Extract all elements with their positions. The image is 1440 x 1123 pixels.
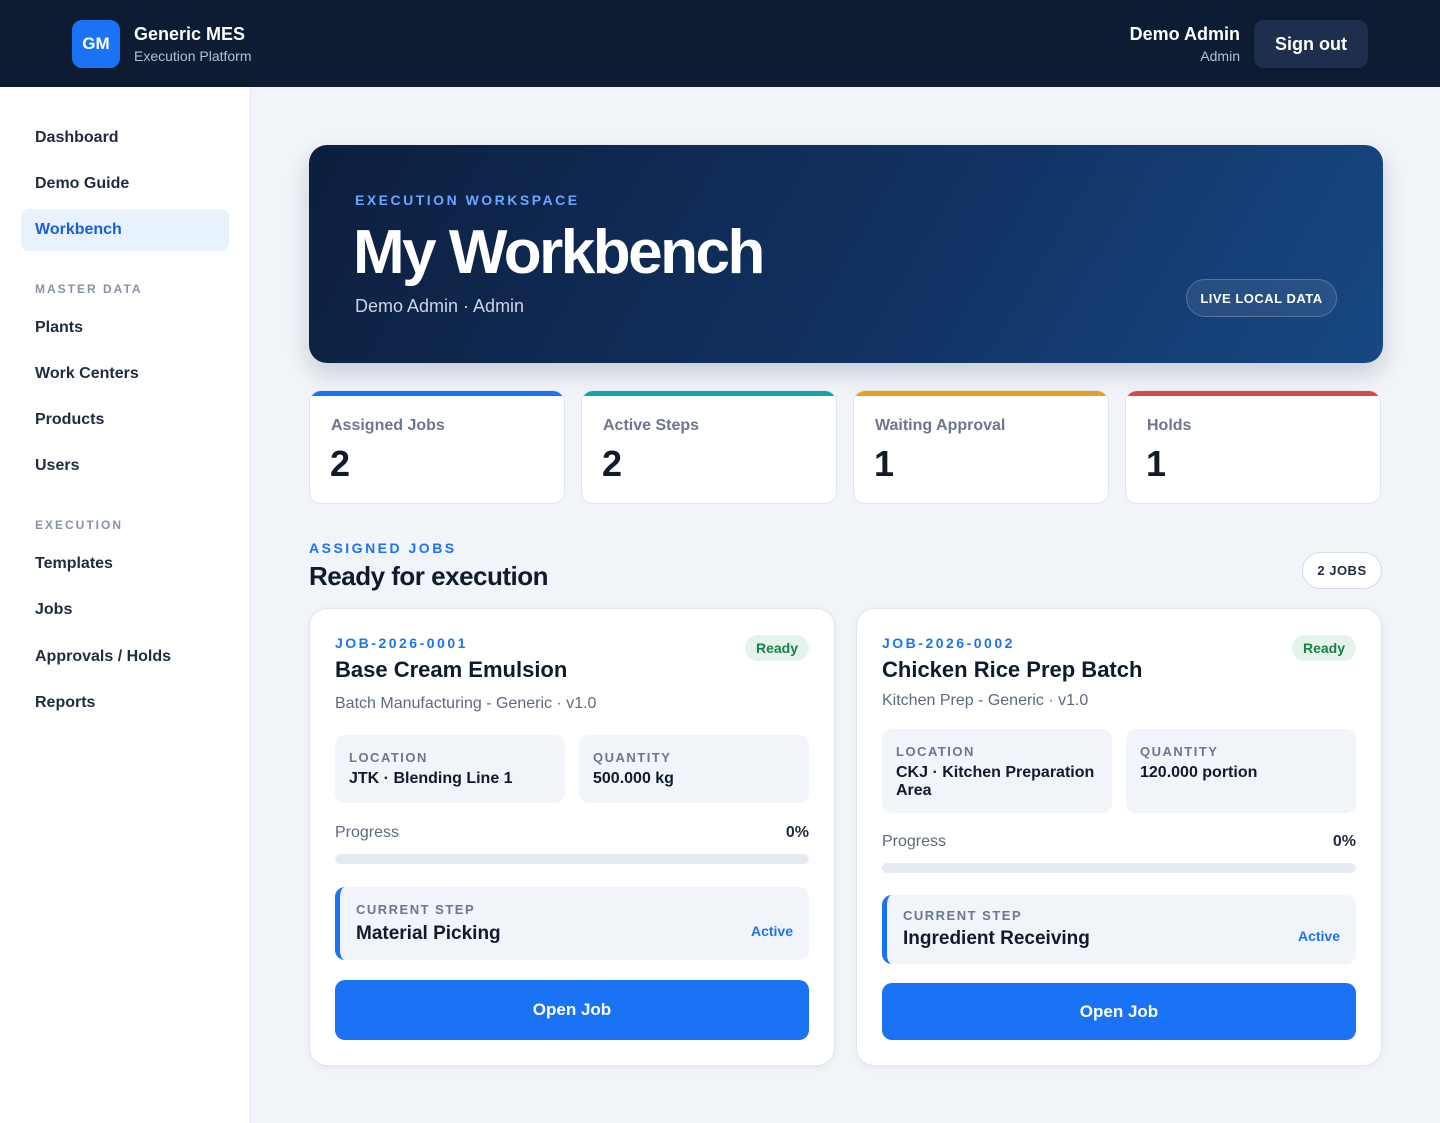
sidebar-item-work-centers[interactable]: Work Centers xyxy=(21,353,229,395)
current-step-name: Ingredient Receiving xyxy=(903,928,1090,949)
location-label: LOCATION xyxy=(896,744,975,759)
job-template: Batch Manufacturing - Generic · v1.0 xyxy=(335,695,597,712)
stat-label: Holds xyxy=(1147,417,1192,434)
current-step-box: CURRENT STEP Material Picking Active xyxy=(335,887,809,960)
current-step-label: CURRENT STEP xyxy=(356,902,476,917)
progress-bar xyxy=(335,854,809,864)
stat-accent-bar xyxy=(854,391,1108,396)
stat-card-active-steps: Active Steps 2 xyxy=(581,390,837,504)
quantity-value: 500.000 kg xyxy=(593,770,674,787)
app-subtitle: Execution Platform xyxy=(134,48,252,64)
sidebar-item-demo-guide[interactable]: Demo Guide xyxy=(21,163,229,205)
quantity-box: QUANTITY 500.000 kg xyxy=(579,735,809,803)
step-state: Active xyxy=(1297,928,1340,944)
progress-bar xyxy=(882,863,1356,873)
sidebar-item-reports[interactable]: Reports xyxy=(21,682,229,724)
location-value: CKJ · Kitchen Preparation Area xyxy=(896,764,1095,799)
sidebar-item-templates[interactable]: Templates xyxy=(21,543,229,585)
stat-accent-bar xyxy=(582,391,836,396)
location-box: LOCATION JTK · Blending Line 1 xyxy=(335,735,565,803)
job-name: Base Cream Emulsion xyxy=(335,657,568,682)
sidebar-item-users[interactable]: Users xyxy=(21,445,229,487)
stat-value: 1 xyxy=(1146,443,1167,484)
stat-label: Assigned Jobs xyxy=(331,417,445,434)
stat-accent-bar xyxy=(310,391,564,396)
stat-card-waiting-approval: Waiting Approval 1 xyxy=(853,390,1109,504)
quantity-box: QUANTITY 120.000 portion xyxy=(1126,729,1356,813)
quantity-label: QUANTITY xyxy=(1140,744,1219,759)
brand-logo: GM xyxy=(72,20,120,68)
section-title: Ready for execution xyxy=(309,561,549,591)
sidebar-item-dashboard[interactable]: Dashboard xyxy=(21,117,229,159)
progress-value: 0% xyxy=(1332,833,1356,850)
step-state: Active xyxy=(750,923,793,939)
sidebar-item-jobs[interactable]: Jobs xyxy=(21,589,229,631)
stat-label: Waiting Approval xyxy=(875,417,1006,434)
section-eyebrow: ASSIGNED JOBS xyxy=(309,540,457,556)
job-id: JOB-2026-0001 xyxy=(335,635,468,651)
progress-label: Progress xyxy=(335,824,400,841)
stat-card-assigned-jobs: Assigned Jobs 2 xyxy=(309,390,565,504)
current-step-box: CURRENT STEP Ingredient Receiving Active xyxy=(882,895,1356,964)
current-step-name: Material Picking xyxy=(356,923,501,944)
status-badge: Ready xyxy=(744,635,809,661)
stat-value: 1 xyxy=(874,443,895,484)
sign-out-button[interactable]: Sign out xyxy=(1254,20,1368,68)
job-card: JOB-2026-0002 Chicken Rice Prep Batch Re… xyxy=(856,608,1382,1066)
sidebar-item-approvals-holds[interactable]: Approvals / Holds xyxy=(21,636,229,678)
sidebar: Dashboard Demo Guide Workbench MASTER DA… xyxy=(0,87,251,1123)
app-name: Generic MES xyxy=(134,24,246,44)
live-data-badge: LIVE LOCAL DATA xyxy=(1186,279,1337,317)
location-label: LOCATION xyxy=(349,750,428,765)
job-id: JOB-2026-0002 xyxy=(882,635,1015,651)
job-template: Kitchen Prep - Generic · v1.0 xyxy=(882,692,1089,709)
stat-value: 2 xyxy=(602,443,623,484)
page-title: My Workbench xyxy=(353,218,765,287)
hero-eyebrow: EXECUTION WORKSPACE xyxy=(355,192,580,208)
stat-label: Active Steps xyxy=(603,417,700,434)
top-bar: GM Generic MES Execution Platform Demo A… xyxy=(0,0,1440,87)
progress-label: Progress xyxy=(882,833,947,850)
open-job-button[interactable]: Open Job xyxy=(882,983,1356,1040)
location-value: JTK · Blending Line 1 xyxy=(349,770,513,787)
job-card: JOB-2026-0001 Base Cream Emulsion Ready … xyxy=(309,608,835,1066)
sidebar-section-execution: EXECUTION xyxy=(35,518,124,532)
sidebar-item-plants[interactable]: Plants xyxy=(21,307,229,349)
status-badge: Ready xyxy=(1291,635,1356,661)
user-name: Demo Admin xyxy=(1129,24,1240,44)
hero-banner: EXECUTION WORKSPACE My Workbench Demo Ad… xyxy=(309,145,1383,363)
sidebar-item-products[interactable]: Products xyxy=(21,399,229,441)
user-role: Admin xyxy=(1200,48,1240,64)
stat-card-holds: Holds 1 xyxy=(1125,390,1381,504)
sidebar-section-master-data: MASTER DATA xyxy=(35,282,143,296)
jobs-count-badge: 2 JOBS xyxy=(1302,552,1382,589)
stat-accent-bar xyxy=(1126,391,1380,396)
quantity-value: 120.000 portion xyxy=(1140,764,1258,781)
progress-value: 0% xyxy=(785,824,809,841)
sidebar-item-workbench[interactable]: Workbench xyxy=(21,209,229,251)
current-step-label: CURRENT STEP xyxy=(903,908,1023,923)
hero-subtitle: Demo Admin · Admin xyxy=(355,296,525,316)
location-box: LOCATION CKJ · Kitchen Preparation Area xyxy=(882,729,1112,813)
stat-value: 2 xyxy=(330,443,351,484)
job-name: Chicken Rice Prep Batch xyxy=(882,657,1143,682)
open-job-button[interactable]: Open Job xyxy=(335,980,809,1040)
quantity-label: QUANTITY xyxy=(593,750,672,765)
